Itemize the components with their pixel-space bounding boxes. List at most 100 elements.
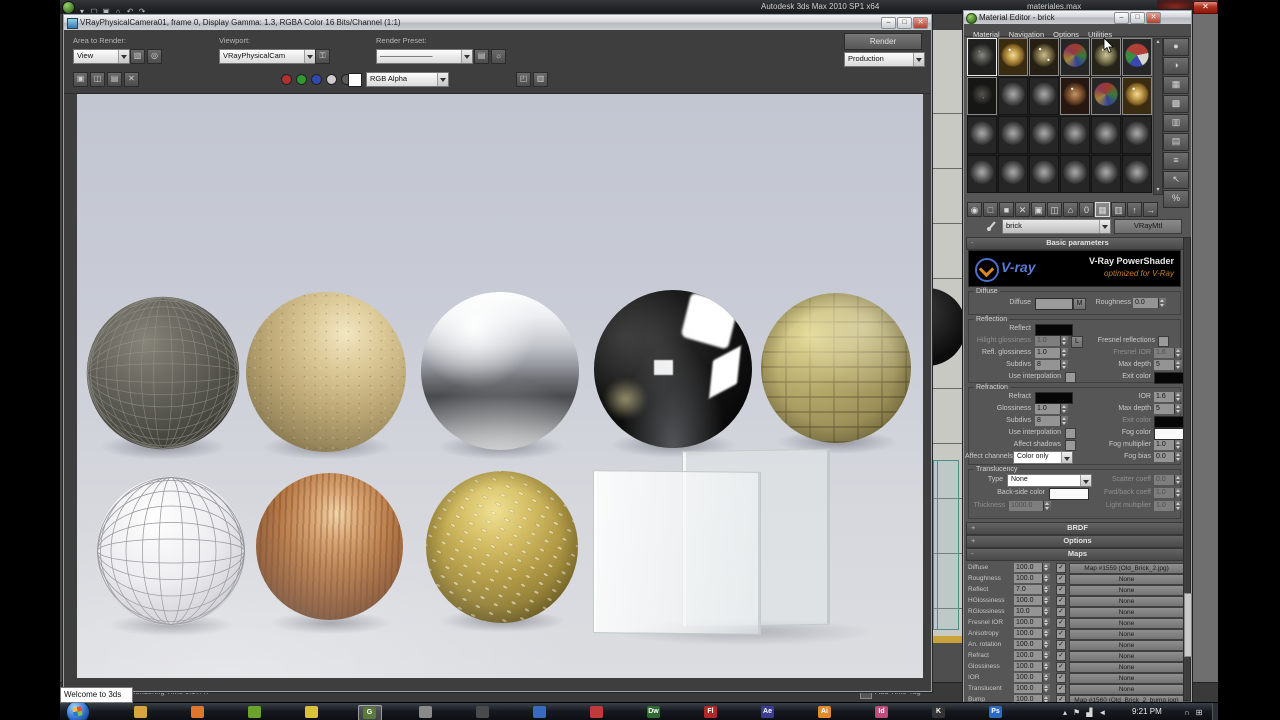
sample-slot-11[interactable] — [1091, 77, 1121, 115]
light-multiplier-spinner[interactable]: 1.0 — [1154, 501, 1182, 511]
affect-shadows-checkbox[interactable] — [1065, 440, 1076, 451]
spinner-arrows-icon[interactable] — [1042, 618, 1050, 627]
maps-amount-spinner[interactable]: 7.0 — [1014, 585, 1050, 594]
maps-amount-spinner[interactable]: 100.0 — [1014, 673, 1050, 682]
maps-enable-checkbox[interactable]: ✓ — [1056, 607, 1066, 617]
spinner-arrows-icon[interactable] — [1042, 596, 1050, 605]
spinner-arrows-icon[interactable] — [1042, 651, 1050, 660]
put-material-to-scene-icon[interactable]: □ — [983, 202, 998, 217]
scroll-down-icon[interactable]: ▾ — [1154, 187, 1162, 194]
subdivs-spinner[interactable]: 8 — [1035, 360, 1068, 370]
reset-map-icon[interactable]: ✕ — [1015, 202, 1030, 217]
maps-amount-spinner[interactable]: 100.0 — [1014, 596, 1050, 605]
sample-slot-15[interactable] — [1029, 116, 1059, 154]
spinner-arrows-icon[interactable] — [1042, 684, 1050, 693]
get-material-icon[interactable]: ◉ — [967, 202, 982, 217]
taskbar-icon-flash[interactable]: Fl — [700, 705, 722, 719]
ior-spinner[interactable]: 1.6 — [1154, 392, 1182, 402]
maps-enable-checkbox[interactable]: ✓ — [1056, 585, 1066, 595]
fog-multiplier-spinner[interactable]: 1.0 — [1154, 440, 1182, 450]
options-icon[interactable]: ≡ — [1163, 152, 1189, 170]
spinner-arrows-icon[interactable] — [1174, 501, 1182, 511]
taskbar-icon-sticky-notes[interactable] — [301, 705, 323, 719]
spinner-arrows-icon[interactable] — [1042, 563, 1050, 572]
action-center-flag-icon[interactable]: ⚑ — [1073, 708, 1080, 717]
sample-slot-20[interactable] — [998, 155, 1028, 193]
spinner-arrows-icon[interactable] — [1042, 662, 1050, 671]
maps-enable-checkbox[interactable]: ✓ — [1056, 673, 1066, 683]
maps-amount-spinner[interactable]: 10.0 — [1014, 607, 1050, 616]
spinner-arrows-icon[interactable] — [1174, 475, 1182, 485]
scrollbar-thumb[interactable] — [1184, 593, 1192, 657]
close-button[interactable]: ✕ — [1146, 12, 1161, 24]
taskbar-icon-firefox[interactable] — [187, 705, 209, 719]
taskbar-icon-game-app[interactable] — [472, 705, 494, 719]
l-lock-button[interactable]: L — [1071, 336, 1083, 348]
vfb-titlebar[interactable]: VRayPhysicalCamera01, frame 0, Display G… — [64, 15, 931, 30]
subdivs-spinner[interactable]: 8 — [1035, 416, 1068, 426]
red-channel-icon[interactable] — [281, 74, 292, 85]
spinner-arrows-icon[interactable] — [1158, 298, 1166, 308]
spinner-arrows-icon[interactable] — [1060, 404, 1068, 414]
backlight-icon[interactable]: ◑ — [1163, 57, 1189, 75]
taskbar-icon-photoshop[interactable]: Ps — [985, 705, 1007, 719]
put-to-library-icon[interactable]: ⌂ — [1063, 202, 1078, 217]
taskbar-icon-dreamweaver[interactable]: Dw — [643, 705, 665, 719]
clear-image-icon[interactable]: ✕ — [124, 72, 139, 87]
layers-icon[interactable]: ▥ — [533, 72, 548, 87]
sample-slot-10[interactable] — [1060, 77, 1090, 115]
refract-color-swatch[interactable] — [1035, 392, 1073, 404]
spinner-arrows-icon[interactable] — [1174, 488, 1182, 498]
select-by-material-icon[interactable]: ↖ — [1163, 171, 1189, 189]
spinner-arrows-icon[interactable] — [1042, 607, 1050, 616]
roughness-spinner[interactable]: 0.0 — [1133, 298, 1166, 308]
rollout-options[interactable]: + Options — [966, 535, 1189, 548]
pick-material-icon[interactable] — [987, 220, 997, 232]
maps-enable-checkbox[interactable]: ✓ — [1056, 596, 1066, 606]
me-scrollbar[interactable] — [1183, 237, 1192, 701]
clock[interactable]: 9:21 PM — [1132, 703, 1162, 720]
render-button[interactable]: Render — [844, 33, 922, 50]
sample-slot-22[interactable] — [1060, 155, 1090, 193]
taskbar-icon-explorer[interactable] — [130, 705, 152, 719]
spinner-arrows-icon[interactable] — [1174, 404, 1182, 414]
diffuse-map-button[interactable]: M — [1073, 298, 1086, 310]
fwd-back-coeff-spinner[interactable]: 1.0 — [1154, 488, 1182, 498]
spinner-arrows-icon[interactable] — [1174, 348, 1182, 358]
material-type-button[interactable]: VRayMtl — [1114, 219, 1182, 234]
spinner-arrows-icon[interactable] — [1060, 416, 1068, 426]
sample-slot-4[interactable] — [1060, 38, 1090, 76]
sample-slot-7[interactable] — [967, 77, 997, 115]
background-color-swatch[interactable] — [348, 73, 362, 87]
background-icon[interactable]: ▦ — [1163, 76, 1189, 94]
taskbar-icon-illustrator[interactable]: Ai — [814, 705, 836, 719]
volume-icon[interactable]: ◄ — [1098, 708, 1106, 717]
maps-amount-spinner[interactable]: 100.0 — [1014, 684, 1050, 693]
maps-enable-checkbox[interactable]: ✓ — [1056, 640, 1066, 650]
spinner-arrows-icon[interactable] — [1174, 392, 1182, 402]
maps-amount-spinner[interactable]: 100.0 — [1014, 662, 1050, 671]
material-name-select[interactable]: brick — [1002, 219, 1111, 234]
sample-uv-tiling-icon[interactable]: ▩ — [1163, 95, 1189, 113]
sample-slot-6[interactable] — [1122, 38, 1152, 76]
maximize-button[interactable]: □ — [1130, 12, 1145, 24]
sample-type-icon[interactable]: ● — [1163, 38, 1189, 56]
render-mode-select[interactable]: Production — [844, 52, 925, 67]
maps-enable-checkbox[interactable]: ✓ — [1056, 662, 1066, 672]
fresnel-reflections-checkbox[interactable] — [1158, 336, 1169, 347]
minimize-button[interactable]: – — [881, 17, 896, 29]
spinner-arrows-icon[interactable] — [1174, 452, 1182, 462]
green-channel-icon[interactable] — [296, 74, 307, 85]
go-forward-to-sibling-icon[interactable]: → — [1143, 202, 1158, 217]
make-unique-icon[interactable]: ◫ — [1047, 202, 1062, 217]
maps-enable-checkbox[interactable]: ✓ — [1056, 651, 1066, 661]
maps-enable-checkbox[interactable]: ✓ — [1056, 629, 1066, 639]
spinner-arrows-icon[interactable] — [1060, 348, 1068, 358]
maps-enable-checkbox[interactable]: ✓ — [1056, 574, 1066, 584]
scroll-up-icon[interactable]: ▴ — [1154, 39, 1162, 46]
sample-slot-18[interactable] — [1122, 116, 1152, 154]
network-icon[interactable]: ▟ — [1086, 708, 1092, 717]
reflect-color-swatch[interactable] — [1035, 324, 1073, 336]
fresnel-ior-spinner[interactable]: 1.6 — [1154, 348, 1182, 358]
sample-slot-12[interactable] — [1122, 77, 1152, 115]
